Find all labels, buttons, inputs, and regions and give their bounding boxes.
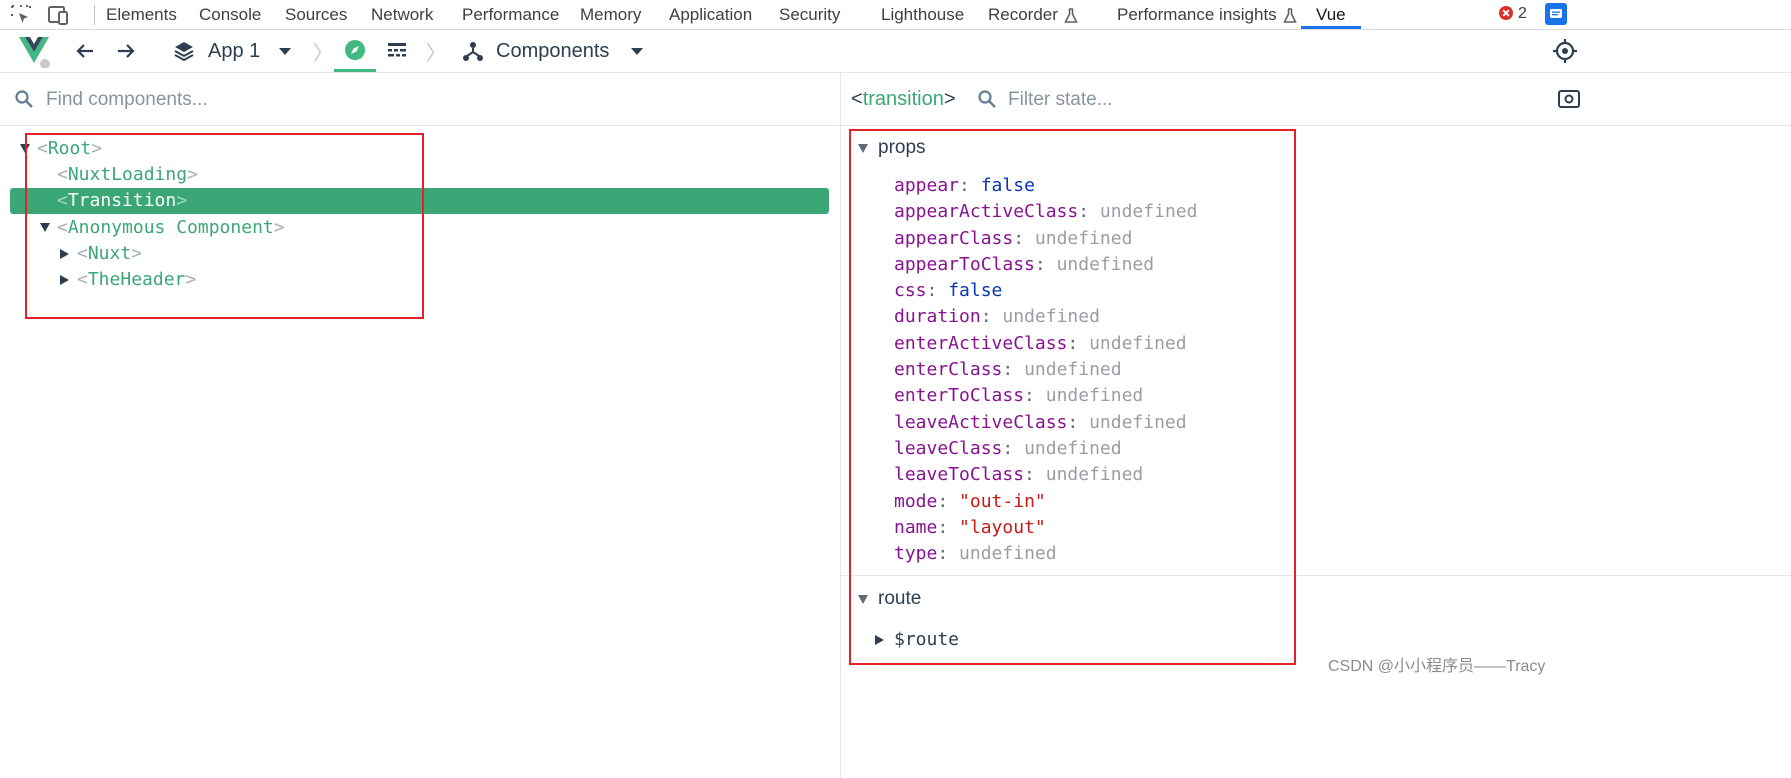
flask-icon: [1282, 7, 1297, 23]
toolbar-divider: [94, 5, 95, 25]
tab-console[interactable]: Console: [199, 0, 261, 29]
scroll-to-component-icon[interactable]: [1557, 88, 1581, 110]
tab-application[interactable]: Application: [669, 0, 752, 29]
error-count-badge[interactable]: 2: [1499, 3, 1527, 25]
app-selector[interactable]: App 1: [173, 30, 292, 72]
compass-icon: [345, 39, 365, 60]
chevron-down-icon: [631, 47, 644, 55]
tab-elements[interactable]: Elements: [106, 0, 177, 29]
tab-network[interactable]: Network: [371, 0, 433, 29]
separator-chevron-icon: 〉: [313, 42, 333, 65]
error-count: 2: [1518, 5, 1527, 22]
vue-logo-icon: [19, 37, 50, 68]
tab-sources[interactable]: Sources: [285, 0, 347, 29]
vue-logo: [17, 30, 51, 72]
separator-chevron-icon: 〉: [426, 42, 446, 65]
tab-label: Lighthouse: [881, 5, 965, 24]
devtools-tab-bar: Elements Console Sources Network Performance…: [0, 0, 1791, 30]
tab-performance-insights[interactable]: Performance insights: [1117, 0, 1297, 29]
tab-label: Network: [371, 5, 434, 24]
annotation-box-tree: [25, 133, 424, 319]
state-filter-bar: <transition>: [841, 73, 1791, 126]
tab-label: Memory: [580, 5, 642, 24]
forward-button[interactable]: [115, 30, 137, 72]
tab-label: Performance: [462, 5, 560, 24]
back-button[interactable]: [74, 30, 96, 72]
arrow-right-icon: [118, 44, 135, 58]
inspector-selector-label: Components: [496, 39, 610, 62]
tab-label: Sources: [285, 5, 348, 24]
selected-component-tag: <transition>: [851, 88, 956, 110]
tab-label: Security: [779, 5, 841, 24]
tab-inspector[interactable]: [334, 30, 376, 72]
inspector-selector[interactable]: Components: [462, 30, 644, 72]
tab-recorder[interactable]: Recorder: [988, 0, 1078, 29]
selected-component-name: transition: [862, 88, 944, 110]
error-icon: [1499, 6, 1513, 20]
tab-lighthouse[interactable]: Lighthouse: [881, 0, 964, 29]
issues-icon[interactable]: [1545, 3, 1567, 25]
search-icon: [15, 90, 33, 108]
flask-icon: [1064, 7, 1078, 23]
tab-timeline[interactable]: [386, 30, 408, 72]
annotation-box-props: [849, 129, 1296, 665]
tab-label: Recorder: [988, 5, 1058, 24]
inspect-element-icon[interactable]: [9, 3, 33, 27]
tab-vue[interactable]: Vue: [1301, 0, 1361, 29]
tab-label: Elements: [106, 5, 177, 24]
target-icon: [1553, 39, 1577, 63]
tab-performance[interactable]: Performance: [462, 0, 559, 29]
settings-button[interactable]: [1551, 30, 1579, 72]
device-toolbar-icon[interactable]: [46, 3, 70, 27]
state-filter-input[interactable]: [1006, 85, 1510, 115]
layers-icon: [174, 42, 194, 62]
search-icon: [978, 90, 996, 108]
app-selector-label: App 1: [208, 39, 261, 62]
component-search-bar: [0, 73, 839, 126]
arrow-left-icon: [76, 44, 93, 58]
timeline-icon: [388, 43, 406, 57]
component-tree-icon: [463, 42, 483, 61]
chevron-down-icon: [279, 47, 292, 55]
tab-label: Vue: [1316, 5, 1346, 24]
component-search-input[interactable]: [44, 85, 808, 115]
tab-memory[interactable]: Memory: [580, 0, 641, 29]
watermark: CSDN @小小程序员——Tracy: [1328, 658, 1546, 675]
vue-devtools-toolbar: App 1 〉 〉 Components: [0, 30, 1791, 73]
tab-label: Console: [199, 5, 262, 24]
tab-label: Application: [669, 5, 753, 24]
tab-label: Performance insights: [1117, 5, 1277, 24]
tab-security[interactable]: Security: [779, 0, 840, 29]
